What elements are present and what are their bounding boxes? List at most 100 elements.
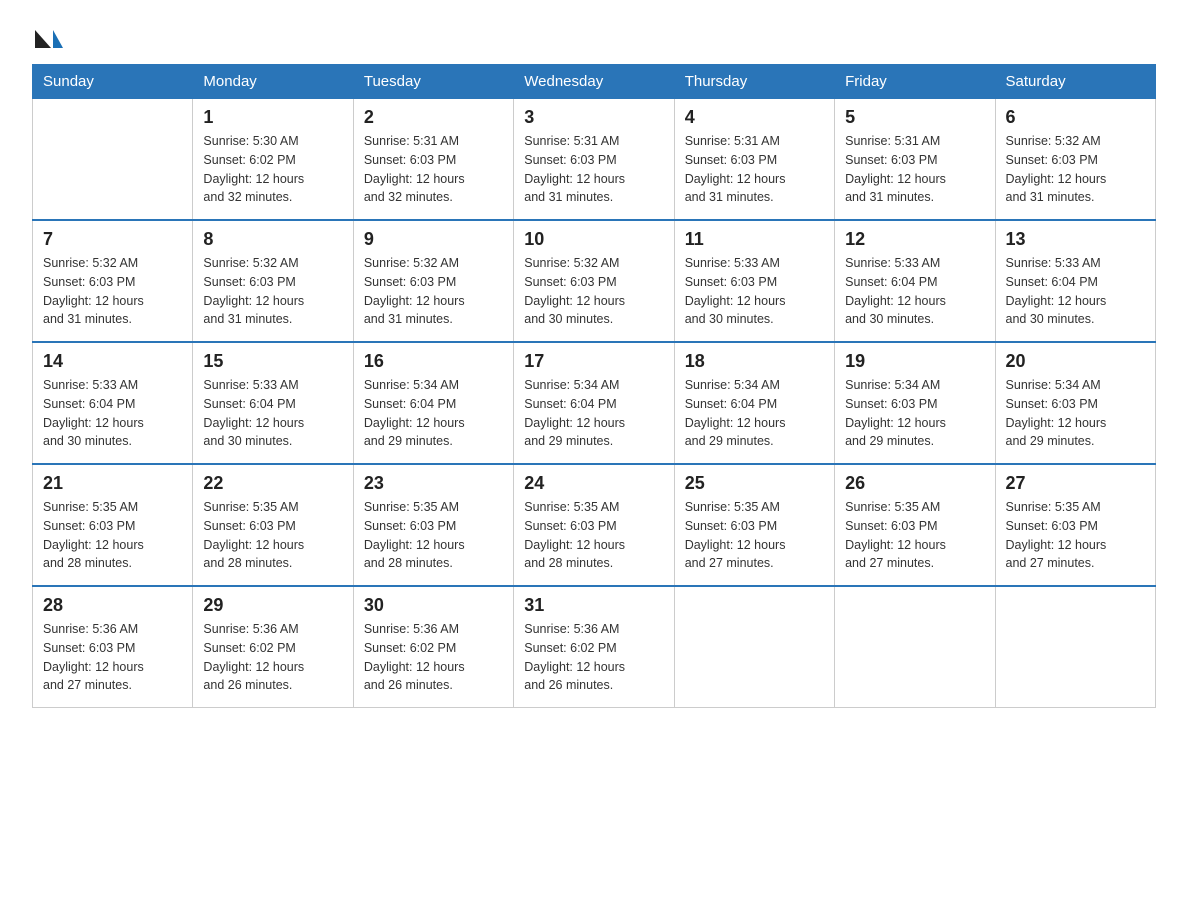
day-number: 31	[524, 595, 663, 616]
calendar-cell: 18 Sunrise: 5:34 AMSunset: 6:04 PMDayligh…	[674, 342, 834, 464]
calendar-cell: 2 Sunrise: 5:31 AMSunset: 6:03 PMDaylight…	[353, 99, 513, 221]
calendar-cell	[33, 99, 193, 221]
day-number: 3	[524, 107, 663, 128]
logo-triangle-blue-inner	[53, 30, 63, 48]
calendar-cell: 16 Sunrise: 5:34 AMSunset: 6:04 PMDayligh…	[353, 342, 513, 464]
day-detail: Sunrise: 5:31 AMSunset: 6:03 PMDaylight:…	[364, 132, 503, 207]
calendar-week-row: 21 Sunrise: 5:35 AMSunset: 6:03 PMDayligh…	[33, 464, 1156, 586]
day-detail: Sunrise: 5:35 AMSunset: 6:03 PMDaylight:…	[685, 498, 824, 573]
day-detail: Sunrise: 5:36 AMSunset: 6:02 PMDaylight:…	[364, 620, 503, 695]
calendar-cell: 3 Sunrise: 5:31 AMSunset: 6:03 PMDaylight…	[514, 99, 674, 221]
day-number: 1	[203, 107, 342, 128]
day-detail: Sunrise: 5:35 AMSunset: 6:03 PMDaylight:…	[203, 498, 342, 573]
calendar-cell: 29 Sunrise: 5:36 AMSunset: 6:02 PMDayligh…	[193, 586, 353, 708]
calendar-cell: 27 Sunrise: 5:35 AMSunset: 6:03 PMDayligh…	[995, 464, 1155, 586]
calendar-cell: 22 Sunrise: 5:35 AMSunset: 6:03 PMDayligh…	[193, 464, 353, 586]
calendar-cell: 14 Sunrise: 5:33 AMSunset: 6:04 PMDayligh…	[33, 342, 193, 464]
day-number: 20	[1006, 351, 1145, 372]
day-detail: Sunrise: 5:35 AMSunset: 6:03 PMDaylight:…	[43, 498, 182, 573]
day-number: 21	[43, 473, 182, 494]
day-number: 26	[845, 473, 984, 494]
day-number: 16	[364, 351, 503, 372]
day-detail: Sunrise: 5:31 AMSunset: 6:03 PMDaylight:…	[685, 132, 824, 207]
day-detail: Sunrise: 5:31 AMSunset: 6:03 PMDaylight:…	[845, 132, 984, 207]
day-number: 13	[1006, 229, 1145, 250]
calendar-cell: 7 Sunrise: 5:32 AMSunset: 6:03 PMDaylight…	[33, 220, 193, 342]
calendar-cell	[835, 586, 995, 708]
weekday-header-friday: Friday	[835, 65, 995, 99]
day-detail: Sunrise: 5:34 AMSunset: 6:03 PMDaylight:…	[845, 376, 984, 451]
day-detail: Sunrise: 5:32 AMSunset: 6:03 PMDaylight:…	[43, 254, 182, 329]
calendar-cell: 26 Sunrise: 5:35 AMSunset: 6:03 PMDayligh…	[835, 464, 995, 586]
day-detail: Sunrise: 5:34 AMSunset: 6:03 PMDaylight:…	[1006, 376, 1145, 451]
day-detail: Sunrise: 5:35 AMSunset: 6:03 PMDaylight:…	[524, 498, 663, 573]
day-number: 5	[845, 107, 984, 128]
calendar-week-row: 14 Sunrise: 5:33 AMSunset: 6:04 PMDayligh…	[33, 342, 1156, 464]
day-number: 27	[1006, 473, 1145, 494]
day-number: 14	[43, 351, 182, 372]
logo-triangle-black	[35, 30, 51, 48]
calendar-cell: 13Sunrise: 5:33 AMSunset: 6:04 PMDayligh…	[995, 220, 1155, 342]
calendar-cell: 25 Sunrise: 5:35 AMSunset: 6:03 PMDayligh…	[674, 464, 834, 586]
calendar-week-row: 7 Sunrise: 5:32 AMSunset: 6:03 PMDaylight…	[33, 220, 1156, 342]
weekday-header-tuesday: Tuesday	[353, 65, 513, 99]
day-detail: Sunrise: 5:30 AMSunset: 6:02 PMDaylight:…	[203, 132, 342, 207]
calendar-cell: 30 Sunrise: 5:36 AMSunset: 6:02 PMDayligh…	[353, 586, 513, 708]
day-detail: Sunrise: 5:36 AMSunset: 6:02 PMDaylight:…	[203, 620, 342, 695]
day-number: 7	[43, 229, 182, 250]
day-detail: Sunrise: 5:31 AMSunset: 6:03 PMDaylight:…	[524, 132, 663, 207]
day-number: 8	[203, 229, 342, 250]
weekday-header-monday: Monday	[193, 65, 353, 99]
calendar-cell: 31Sunrise: 5:36 AMSunset: 6:02 PMDayligh…	[514, 586, 674, 708]
weekday-header-sunday: Sunday	[33, 65, 193, 99]
weekday-header-wednesday: Wednesday	[514, 65, 674, 99]
day-detail: Sunrise: 5:32 AMSunset: 6:03 PMDaylight:…	[1006, 132, 1145, 207]
calendar-cell	[995, 586, 1155, 708]
day-detail: Sunrise: 5:33 AMSunset: 6:03 PMDaylight:…	[685, 254, 824, 329]
day-number: 11	[685, 229, 824, 250]
page-header	[32, 24, 1156, 48]
calendar-cell: 1 Sunrise: 5:30 AMSunset: 6:02 PMDaylight…	[193, 99, 353, 221]
calendar-cell: 23Sunrise: 5:35 AMSunset: 6:03 PMDayligh…	[353, 464, 513, 586]
weekday-header-saturday: Saturday	[995, 65, 1155, 99]
day-detail: Sunrise: 5:34 AMSunset: 6:04 PMDaylight:…	[685, 376, 824, 451]
day-number: 18	[685, 351, 824, 372]
day-detail: Sunrise: 5:35 AMSunset: 6:03 PMDaylight:…	[845, 498, 984, 573]
day-number: 19	[845, 351, 984, 372]
day-detail: Sunrise: 5:34 AMSunset: 6:04 PMDaylight:…	[364, 376, 503, 451]
calendar-cell: 20 Sunrise: 5:34 AMSunset: 6:03 PMDayligh…	[995, 342, 1155, 464]
day-number: 23	[364, 473, 503, 494]
calendar-table: SundayMondayTuesdayWednesdayThursdayFrid…	[32, 64, 1156, 708]
day-detail: Sunrise: 5:33 AMSunset: 6:04 PMDaylight:…	[203, 376, 342, 451]
day-detail: Sunrise: 5:32 AMSunset: 6:03 PMDaylight:…	[203, 254, 342, 329]
day-detail: Sunrise: 5:33 AMSunset: 6:04 PMDaylight:…	[845, 254, 984, 329]
day-number: 2	[364, 107, 503, 128]
day-number: 28	[43, 595, 182, 616]
day-number: 29	[203, 595, 342, 616]
calendar-cell: 15Sunrise: 5:33 AMSunset: 6:04 PMDayligh…	[193, 342, 353, 464]
calendar-week-row: 28 Sunrise: 5:36 AMSunset: 6:03 PMDayligh…	[33, 586, 1156, 708]
calendar-cell: 28 Sunrise: 5:36 AMSunset: 6:03 PMDayligh…	[33, 586, 193, 708]
calendar-cell: 5 Sunrise: 5:31 AMSunset: 6:03 PMDaylight…	[835, 99, 995, 221]
day-detail: Sunrise: 5:35 AMSunset: 6:03 PMDaylight:…	[1006, 498, 1145, 573]
calendar-cell: 19 Sunrise: 5:34 AMSunset: 6:03 PMDayligh…	[835, 342, 995, 464]
day-detail: Sunrise: 5:34 AMSunset: 6:04 PMDaylight:…	[524, 376, 663, 451]
calendar-cell: 4 Sunrise: 5:31 AMSunset: 6:03 PMDaylight…	[674, 99, 834, 221]
day-number: 10	[524, 229, 663, 250]
calendar-cell: 6Sunrise: 5:32 AMSunset: 6:03 PMDaylight…	[995, 99, 1155, 221]
weekday-header-row: SundayMondayTuesdayWednesdayThursdayFrid…	[33, 65, 1156, 99]
calendar-cell	[674, 586, 834, 708]
day-detail: Sunrise: 5:36 AMSunset: 6:03 PMDaylight:…	[43, 620, 182, 695]
calendar-cell: 12 Sunrise: 5:33 AMSunset: 6:04 PMDayligh…	[835, 220, 995, 342]
day-number: 30	[364, 595, 503, 616]
calendar-cell: 8 Sunrise: 5:32 AMSunset: 6:03 PMDaylight…	[193, 220, 353, 342]
weekday-header-thursday: Thursday	[674, 65, 834, 99]
calendar-cell: 9Sunrise: 5:32 AMSunset: 6:03 PMDaylight…	[353, 220, 513, 342]
day-number: 25	[685, 473, 824, 494]
day-detail: Sunrise: 5:33 AMSunset: 6:04 PMDaylight:…	[43, 376, 182, 451]
calendar-cell: 24Sunrise: 5:35 AMSunset: 6:03 PMDayligh…	[514, 464, 674, 586]
day-number: 12	[845, 229, 984, 250]
calendar-cell: 10Sunrise: 5:32 AMSunset: 6:03 PMDayligh…	[514, 220, 674, 342]
day-number: 22	[203, 473, 342, 494]
day-number: 4	[685, 107, 824, 128]
